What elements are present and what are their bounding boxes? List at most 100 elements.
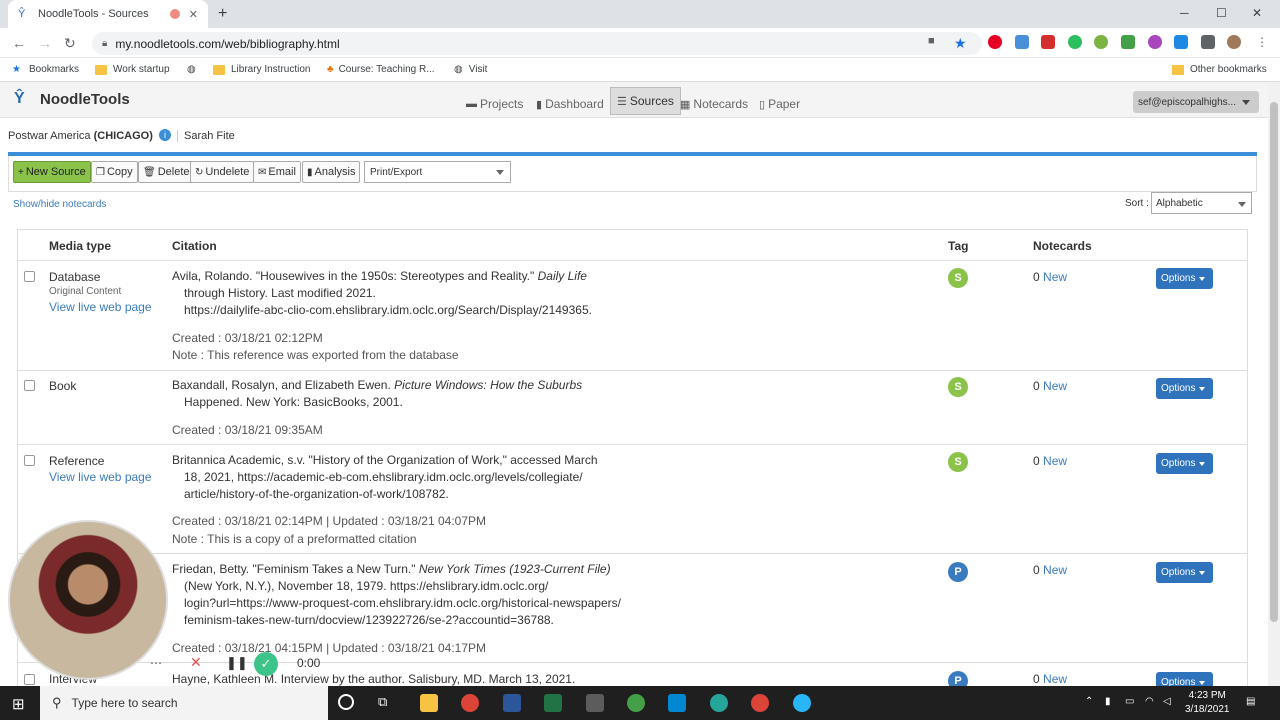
options-button[interactable]: Options	[1156, 562, 1213, 583]
evernote-extension-icon[interactable]	[1068, 35, 1082, 49]
tag-badge[interactable]: P	[948, 562, 968, 582]
copy-button[interactable]: ❐ Copy	[91, 161, 138, 183]
tag-badge[interactable]: P	[948, 671, 968, 686]
nav-paper[interactable]: ▯ Paper	[753, 89, 806, 119]
screencast-icon[interactable]	[793, 694, 811, 712]
notifications-icon[interactable]: ▤	[1246, 696, 1255, 707]
new-notecard-link[interactable]: New	[1043, 454, 1067, 468]
windows-start-icon[interactable]: ⊞	[12, 695, 25, 713]
info-icon[interactable]: i	[159, 129, 171, 141]
extension-icon[interactable]	[1015, 35, 1029, 49]
camera-icon[interactable]: ■	[928, 35, 935, 47]
more-icon[interactable]: ⋯	[150, 656, 162, 670]
options-button[interactable]: Options	[1156, 268, 1213, 289]
url-bar[interactable]: 🔒︎ my.noodletools.com/web/bibliography.h…	[92, 32, 982, 55]
recording-indicator-icon	[170, 9, 180, 19]
volume-icon[interactable]: ◁	[1163, 696, 1171, 707]
task-view-icon[interactable]: ⧉	[378, 694, 396, 712]
tag-badge[interactable]: S	[948, 452, 968, 472]
plus-icon: +	[18, 166, 24, 178]
analysis-button[interactable]: ▮ Analysis	[302, 161, 361, 183]
bookmark-item[interactable]: ★ Bookmarks	[12, 64, 79, 75]
bookmark-folder[interactable]: Other bookmarks	[1172, 64, 1267, 75]
dymo-icon[interactable]	[668, 694, 686, 712]
new-notecard-link[interactable]: New	[1043, 672, 1067, 686]
bookmark-star-icon[interactable]: ★	[954, 35, 967, 52]
extension-icon[interactable]	[1148, 35, 1162, 49]
sort-select[interactable]: Alphabetic	[1151, 192, 1252, 214]
options-button[interactable]: Options	[1156, 672, 1213, 686]
excel-icon[interactable]	[544, 694, 562, 712]
chrome-profile-icon[interactable]	[751, 694, 769, 712]
row-checkbox[interactable]	[24, 674, 35, 685]
print-export-select[interactable]: Print/Export	[364, 161, 511, 183]
extension-icon[interactable]	[1174, 35, 1188, 49]
wifi-icon[interactable]: ◠	[1145, 696, 1154, 707]
word-icon[interactable]	[503, 694, 521, 712]
page-scrollbar[interactable]	[1268, 82, 1280, 686]
chrome-menu-icon[interactable]: ⋮	[1256, 35, 1268, 49]
user-menu-button[interactable]: sef@episcopalhighs...	[1133, 91, 1259, 113]
taskbar-search[interactable]: ⚲ Type here to search	[40, 686, 328, 720]
show-hide-notecards-link[interactable]: Show/hide notecards	[13, 199, 106, 210]
row-checkbox[interactable]	[24, 455, 35, 466]
finish-recording-icon[interactable]: ✓	[254, 652, 278, 676]
app-icon[interactable]	[710, 694, 728, 712]
view-live-link[interactable]: View live web page	[49, 470, 152, 484]
options-button[interactable]: Options	[1156, 453, 1213, 474]
back-icon[interactable]: ←	[12, 35, 26, 51]
taskbar-clock[interactable]: 4:23 PM 3/18/2021	[1185, 689, 1230, 717]
new-notecard-link[interactable]: New	[1043, 270, 1067, 284]
extension-icon[interactable]	[1121, 35, 1135, 49]
delete-button[interactable]: 🗑︎ Delete	[138, 161, 195, 183]
tag-badge[interactable]: S	[948, 268, 968, 288]
pdf-extension-icon[interactable]	[1041, 35, 1055, 49]
new-notecard-link[interactable]: New	[1043, 379, 1067, 393]
row-checkbox[interactable]	[24, 380, 35, 391]
forward-icon[interactable]: →	[38, 35, 52, 51]
minimize-icon[interactable]: ─	[1180, 6, 1189, 20]
cancel-recording-icon[interactable]: ✕	[190, 654, 202, 671]
scrollbar-thumb[interactable]	[1270, 102, 1278, 622]
battery-icon[interactable]: ▭	[1125, 696, 1134, 707]
close-window-icon[interactable]: ✕	[1252, 6, 1262, 20]
options-button[interactable]: Options	[1156, 378, 1213, 399]
row-divider	[17, 370, 1248, 371]
nav-projects[interactable]: ▬ Projects	[460, 89, 529, 119]
close-tab-icon[interactable]: ✕	[189, 8, 198, 21]
bookmark-item[interactable]: ♣ Course: Teaching R...	[327, 64, 435, 75]
bookmark-folder[interactable]: Work startup	[95, 64, 170, 75]
cortana-icon[interactable]	[338, 694, 354, 710]
microphone-icon[interactable]: ▮	[1105, 696, 1111, 707]
nav-dashboard[interactable]: ▮ Dashboard	[530, 89, 610, 119]
bookmark-item[interactable]: ◍ Visit	[454, 64, 487, 75]
nav-notecards[interactable]: ▦ Notecards	[674, 89, 754, 119]
bookmark-item[interactable]: ◍	[187, 64, 202, 75]
tray-chevron-icon[interactable]: ⌃	[1085, 696, 1093, 707]
pinterest-extension-icon[interactable]	[988, 35, 1002, 49]
nav-sources[interactable]: ☰ Sources	[610, 87, 681, 115]
undelete-button[interactable]: ↻ Undelete	[190, 161, 255, 183]
new-tab-button[interactable]: +	[218, 5, 227, 23]
reload-icon[interactable]: ↻	[64, 35, 76, 52]
tab-title: NoodleTools - Sources	[38, 8, 149, 20]
store-icon[interactable]	[586, 694, 604, 712]
file-explorer-icon[interactable]	[420, 694, 438, 712]
extensions-puzzle-icon[interactable]	[1201, 35, 1215, 49]
extension-icon[interactable]	[1094, 35, 1108, 49]
new-source-button[interactable]: + New Source	[13, 161, 91, 183]
profile-avatar[interactable]	[1227, 35, 1241, 49]
bookmark-folder[interactable]: Library Instruction	[213, 64, 310, 75]
chrome-icon[interactable]	[461, 694, 479, 712]
globe-app-icon[interactable]	[627, 694, 645, 712]
sort-label: Sort :	[1125, 198, 1149, 209]
email-button[interactable]: ✉ Email	[253, 161, 301, 183]
view-live-link[interactable]: View live web page	[49, 300, 152, 314]
tag-badge[interactable]: S	[948, 377, 968, 397]
pause-icon[interactable]: ❚❚	[226, 655, 248, 671]
project-title[interactable]: Postwar America (CHICAGO)	[8, 130, 153, 142]
row-checkbox[interactable]	[24, 271, 35, 282]
new-notecard-link[interactable]: New	[1043, 563, 1067, 577]
app-logo[interactable]: Ŷ NoodleTools	[14, 89, 130, 109]
maximize-icon[interactable]: ☐	[1216, 6, 1227, 20]
